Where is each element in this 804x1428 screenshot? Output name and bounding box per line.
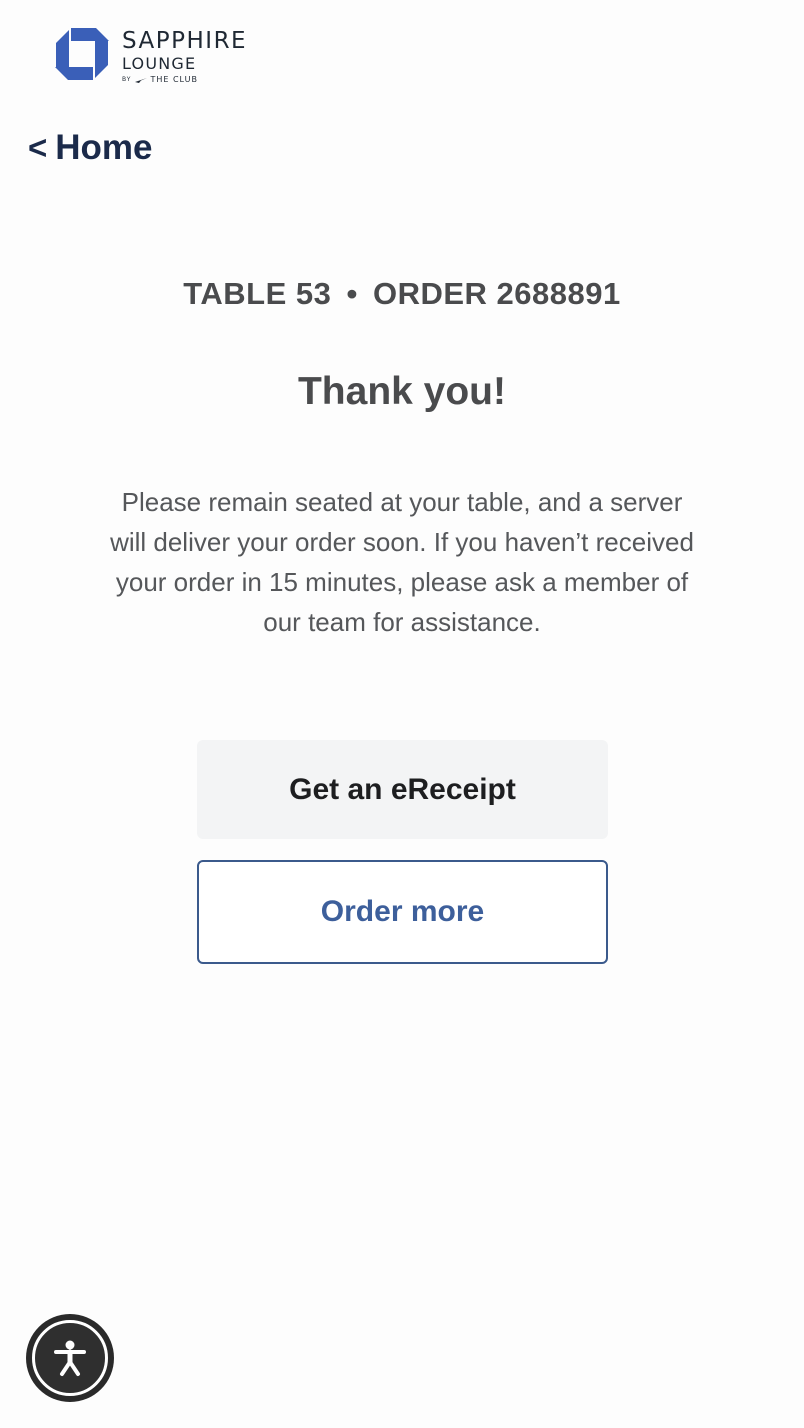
home-link-label: Home <box>55 128 153 167</box>
brand-octagon-icon <box>55 28 109 80</box>
order-number: ORDER 2688891 <box>372 276 621 311</box>
separator-dot: • <box>346 276 358 311</box>
confirmation-page: SAPPHIRE LOUNGE BY THE CLUB < Home TABLE… <box>0 0 804 1428</box>
order-more-button[interactable]: Order more <box>197 860 608 964</box>
accessibility-button-ring <box>32 1320 108 1396</box>
confirmation-message: Please remain seated at your table, and … <box>110 487 694 637</box>
get-ereceipt-button[interactable]: Get an eReceipt <box>197 740 608 839</box>
plane-icon <box>135 78 148 83</box>
sapphire-lounge-logo[interactable]: SAPPHIRE LOUNGE BY THE CLUB <box>54 26 247 86</box>
order-heading: TABLE 53 • ORDER 2688891 <box>0 276 804 312</box>
brand-by: BY <box>122 76 132 83</box>
page-title: Thank you! <box>297 370 506 413</box>
accessibility-person-icon <box>54 1340 86 1376</box>
brand-subname: LOUNGE <box>122 54 197 73</box>
brand-name: SAPPHIRE <box>122 28 248 54</box>
brand-wordmark: SAPPHIRE LOUNGE BY THE CLUB <box>122 28 247 86</box>
home-back-link[interactable]: < Home <box>28 128 153 168</box>
table-number: TABLE 53 <box>183 276 332 311</box>
brand-tagline: BY THE CLUB <box>122 74 247 86</box>
brand-club: THE CLUB <box>150 75 198 84</box>
chevron-left-icon: < <box>28 129 48 166</box>
accessibility-button[interactable] <box>26 1314 114 1402</box>
